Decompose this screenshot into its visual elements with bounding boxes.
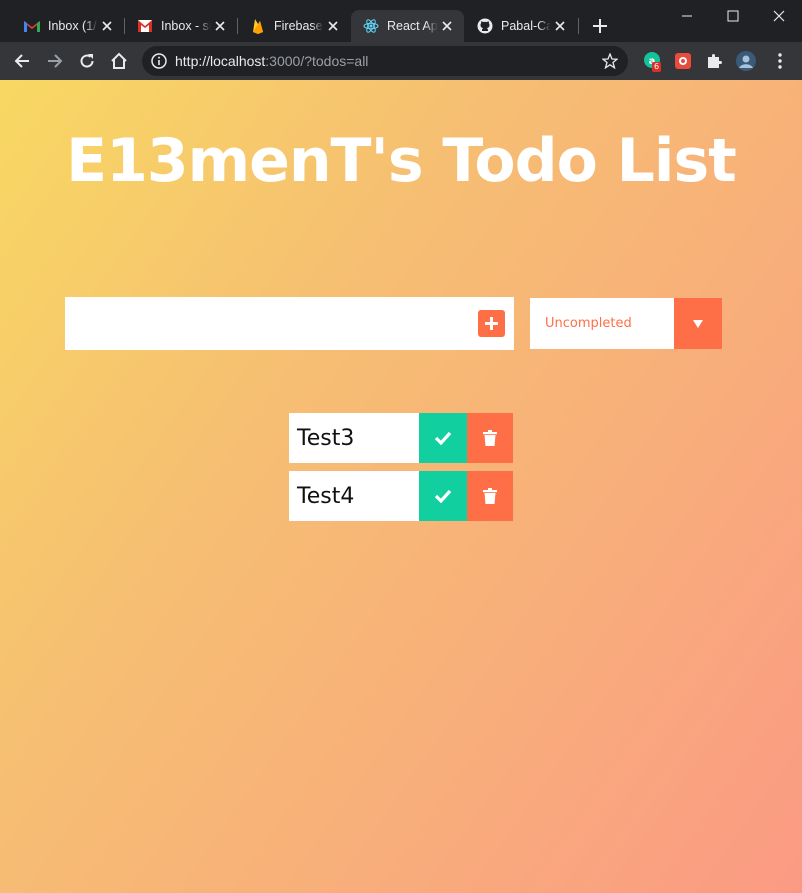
check-icon [434,489,452,503]
todo-text: Test3 [297,425,355,451]
trash-icon [483,488,497,504]
todo-form [65,297,514,350]
profile-avatar[interactable] [736,51,756,71]
add-todo-button[interactable] [478,310,505,337]
todo-item: Test4 [289,471,513,521]
bookmark-star-icon[interactable] [600,51,620,71]
tab-title: Inbox - si [161,19,211,33]
minimize-button[interactable] [664,0,710,32]
firebase-icon [250,18,266,34]
filter-select[interactable]: Uncompleted [530,298,722,349]
tab-title: React Ap [387,19,438,33]
minimize-icon [682,15,692,17]
gmail-icon [24,18,40,34]
browser-tabstrip: Inbox (1/ Inbox - si Firebase React Ap P… [0,0,802,42]
tab-firebase[interactable]: Firebase [238,10,350,42]
tab-react-app[interactable]: React Ap [351,10,464,42]
address-bar[interactable]: http://localhost:3000/?todos=all [142,46,628,76]
extension-red[interactable] [673,51,693,71]
reload-button[interactable] [73,47,101,75]
tab-title: Firebase [274,19,323,33]
back-button[interactable] [8,47,36,75]
react-icon [363,18,379,34]
avatar-icon [736,51,756,71]
close-icon[interactable] [324,17,342,35]
tab-title: Pabal-Ca [501,19,551,33]
close-icon[interactable] [438,17,456,35]
browser-toolbar: http://localhost:3000/?todos=all a 6 [0,42,802,80]
url-path: :3000/?todos=all [265,53,369,69]
reload-icon [80,54,94,68]
url-text: http://localhost:3000/?todos=all [175,53,368,69]
tab-inbox-1[interactable]: Inbox (1/ [12,10,124,42]
plus-icon [485,317,498,330]
plus-icon [593,19,607,33]
new-tab-button[interactable] [588,14,612,38]
more-vert-icon [778,53,782,69]
close-icon[interactable] [551,17,569,35]
gmail-icon [137,18,153,34]
tab-separator [578,18,579,34]
extension-badge: 6 [652,62,662,72]
todo-input[interactable] [65,297,465,350]
close-icon [773,10,785,22]
filter-selected-value: Uncompleted [545,316,632,331]
tab-title: Inbox (1/ [48,19,97,33]
close-icon[interactable] [98,17,116,35]
github-icon [477,18,493,34]
url-host: http://localhost [175,53,266,69]
delete-button[interactable] [467,471,513,521]
extensions-button[interactable] [704,51,724,71]
complete-button[interactable] [419,413,467,463]
todo-text: Test4 [297,483,355,509]
maximize-icon [727,10,739,22]
todo-item: Test3 [289,413,513,463]
maximize-button[interactable] [710,0,756,32]
arrow-right-icon [48,54,63,68]
complete-button[interactable] [419,471,467,521]
home-icon [111,52,127,69]
dropdown-arrow-icon[interactable] [674,298,722,349]
window-close-button[interactable] [756,0,802,32]
info-icon[interactable] [151,53,167,69]
forward-button[interactable] [41,47,69,75]
arrow-left-icon [14,54,29,68]
trash-icon [483,430,497,446]
page-title: E13menT's Todo List [66,126,737,196]
home-button[interactable] [105,47,133,75]
page-viewport: E13menT's Todo List Uncompleted Test3 Te… [0,80,802,893]
close-icon[interactable] [211,17,229,35]
tab-github[interactable]: Pabal-Ca [465,10,577,42]
puzzle-icon [708,54,722,68]
delete-button[interactable] [467,413,513,463]
bug-icon [675,53,691,69]
extension-grammarly[interactable]: a 6 [642,51,662,72]
browser-menu-button[interactable] [770,51,790,71]
check-icon [434,431,452,445]
tab-inbox-2[interactable]: Inbox - si [125,10,237,42]
